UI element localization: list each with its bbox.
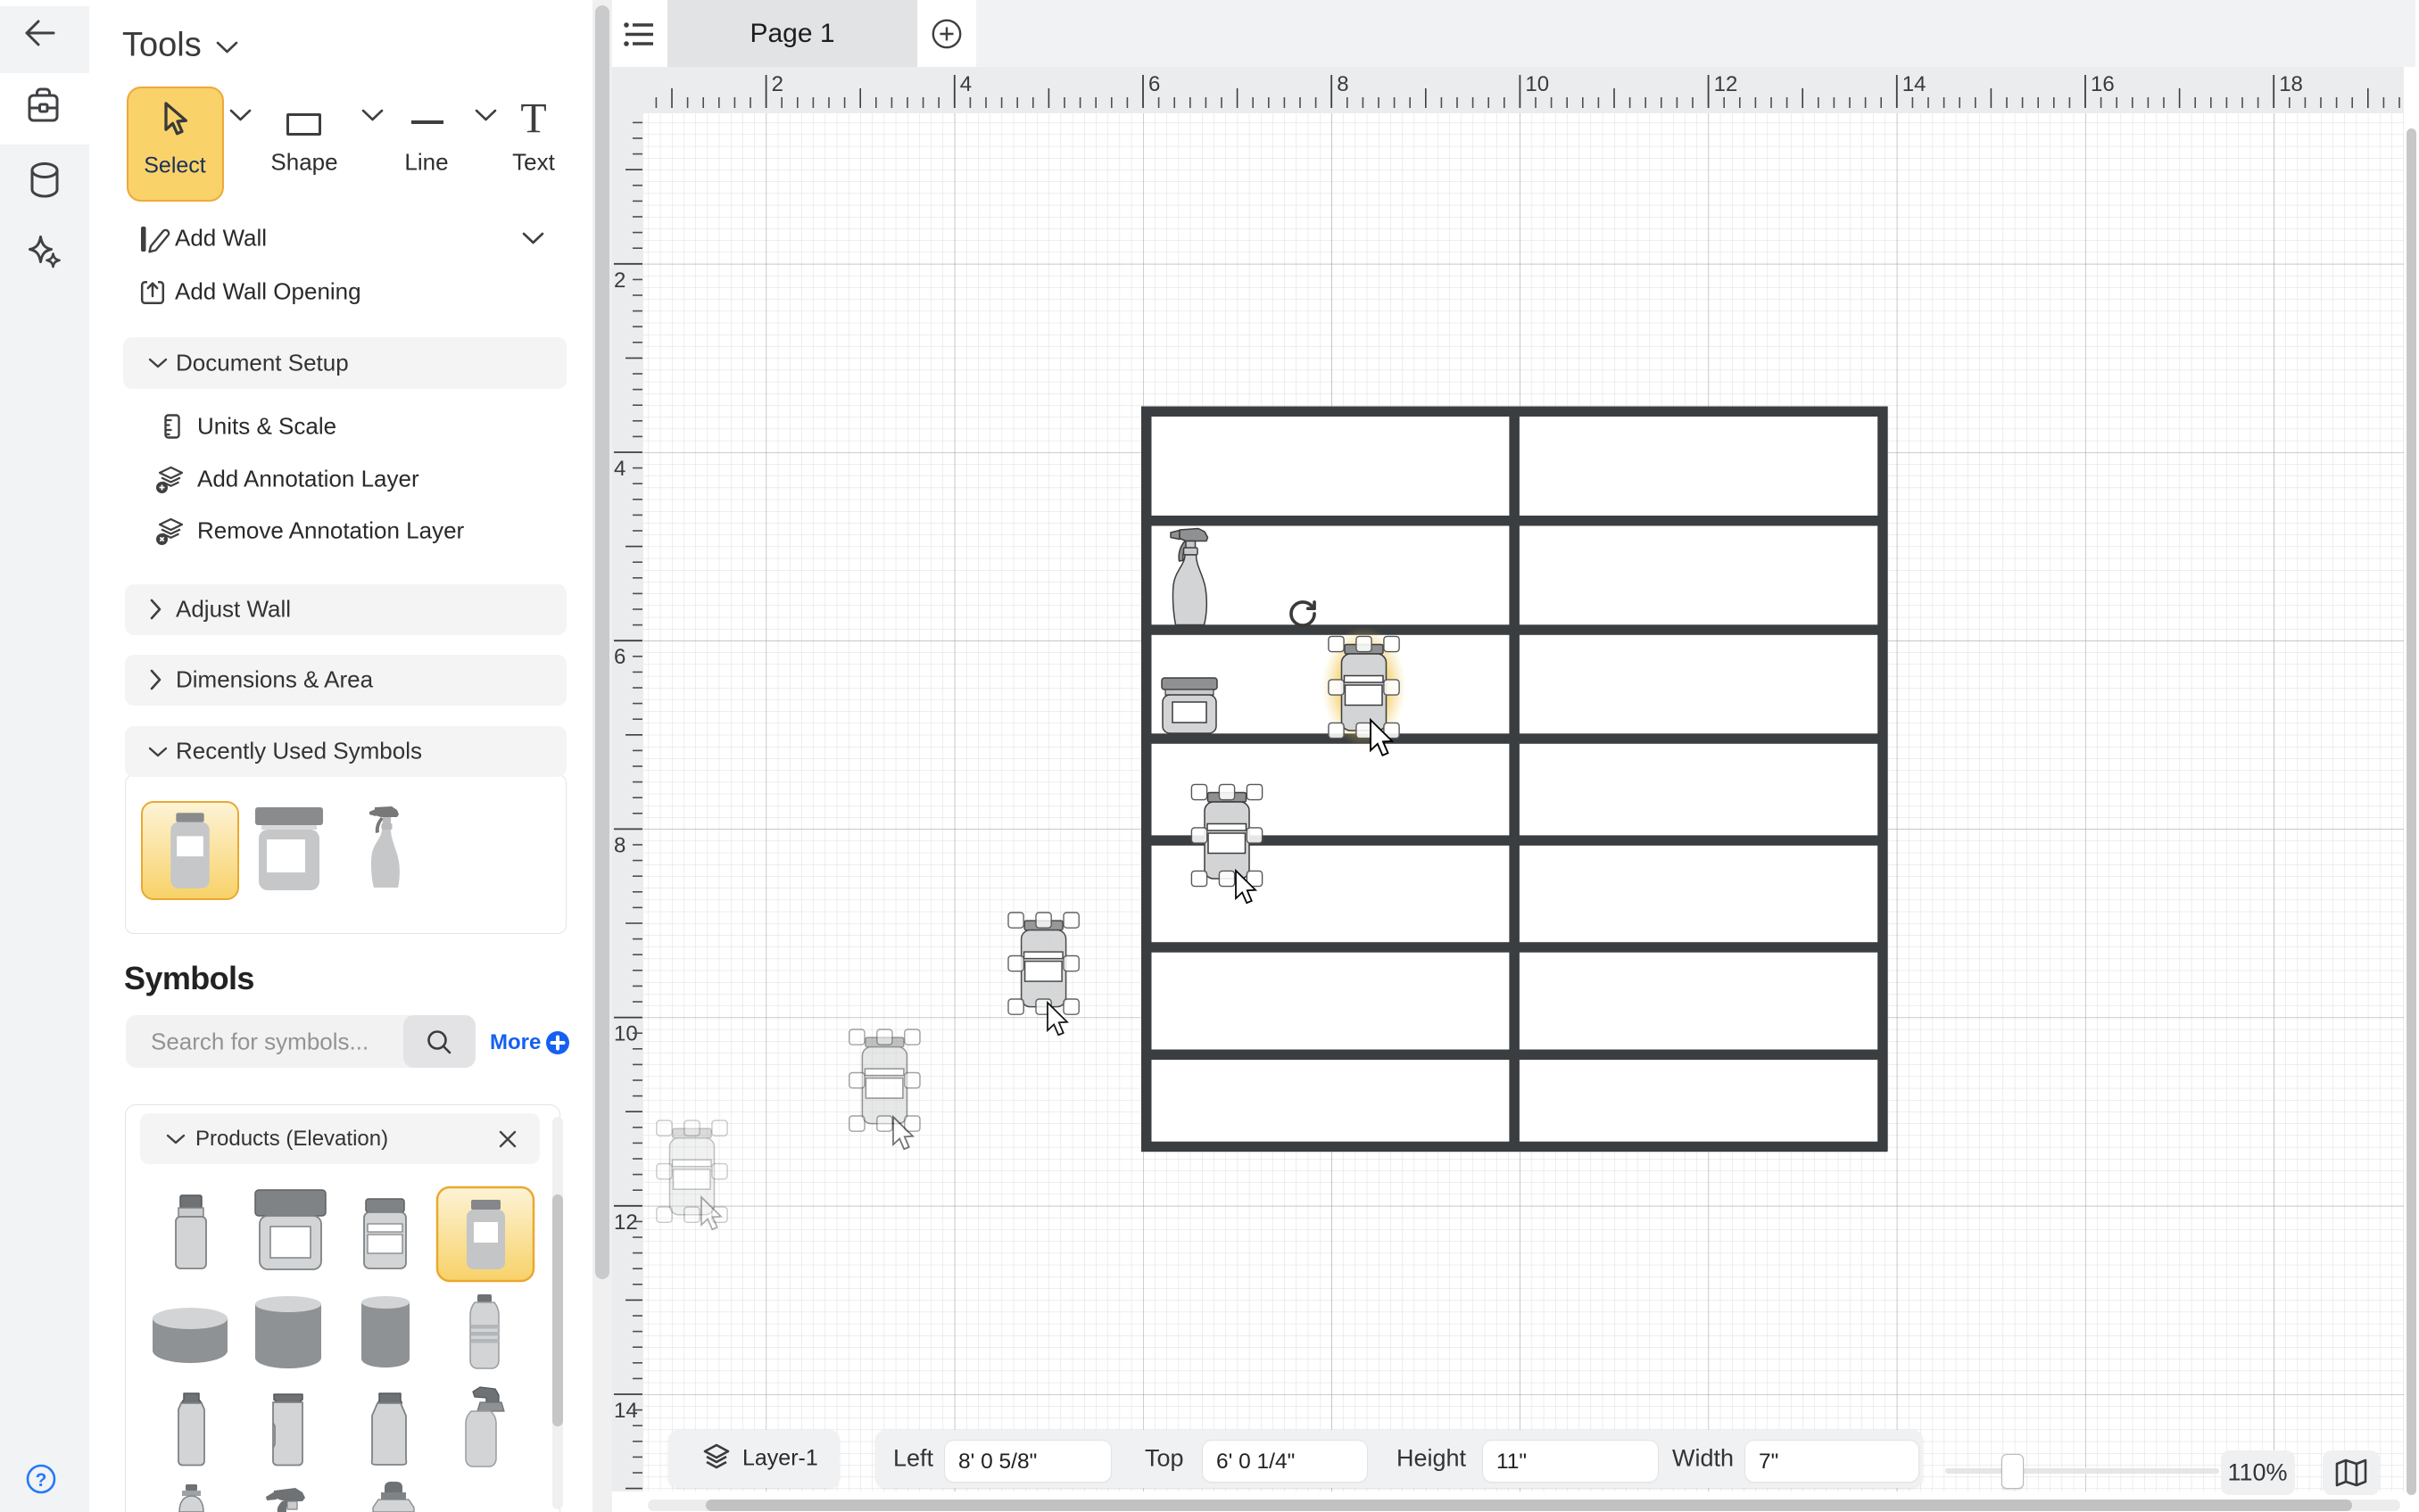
svg-text:14: 14	[614, 1399, 638, 1423]
svg-text:8: 8	[1337, 72, 1348, 96]
svg-text:14: 14	[1902, 72, 1926, 96]
svg-text:18: 18	[2279, 72, 2303, 96]
svg-text:16: 16	[2091, 72, 2115, 96]
svg-text:2: 2	[772, 72, 783, 96]
svg-text:2: 2	[614, 269, 625, 293]
svg-text:10: 10	[1525, 72, 1549, 96]
svg-text:4: 4	[614, 457, 625, 481]
svg-text:?: ?	[36, 1470, 47, 1491]
svg-text:8: 8	[614, 833, 625, 857]
svg-text:4: 4	[960, 72, 972, 96]
svg-text:10: 10	[614, 1022, 638, 1046]
svg-text:6: 6	[614, 645, 625, 669]
svg-text:12: 12	[614, 1210, 638, 1235]
svg-text:12: 12	[1714, 72, 1738, 96]
svg-text:6: 6	[1148, 72, 1160, 96]
